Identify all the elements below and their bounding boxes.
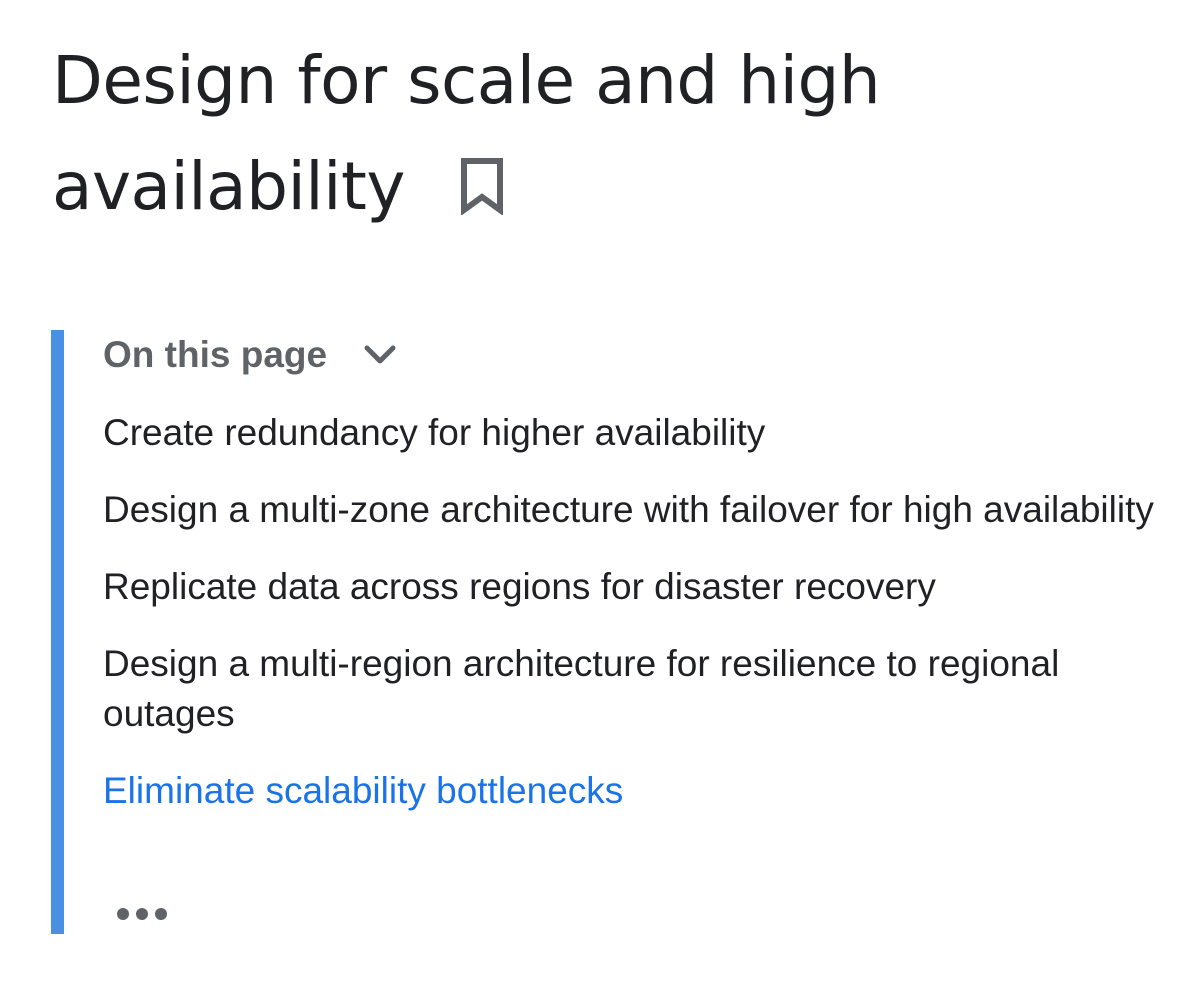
toc-item-replicate-data[interactable]: Replicate data across regions for disast… xyxy=(103,562,1198,612)
toc-item-eliminate-bottlenecks[interactable]: Eliminate scalability bottlenecks xyxy=(103,766,1198,816)
more-dot xyxy=(136,908,148,920)
toc-item-multi-zone-architecture[interactable]: Design a multi-zone architecture with fa… xyxy=(103,485,1198,535)
bookmark-outline-icon xyxy=(460,158,503,216)
more-dot xyxy=(117,908,129,920)
toc-accent-bar xyxy=(51,330,64,934)
toc-header-label: On this page xyxy=(103,334,328,375)
page-title: Design for scale and high availability xyxy=(52,28,1152,246)
bookmark-button[interactable] xyxy=(459,140,505,246)
on-this-page-toc: On this page Create redundancy for highe… xyxy=(51,330,1200,934)
page-header: Design for scale and high availability xyxy=(52,28,1152,246)
toc-header-toggle[interactable]: On this page xyxy=(103,330,397,380)
more-horizontal-icon[interactable] xyxy=(117,908,167,920)
toc-item-multi-region-architecture[interactable]: Design a multi-region architecture for r… xyxy=(103,639,1198,739)
chevron-down-icon xyxy=(363,344,397,371)
toc-list: Create redundancy for higher availabilit… xyxy=(103,408,1198,843)
toc-item-create-redundancy[interactable]: Create redundancy for higher availabilit… xyxy=(103,408,1198,458)
more-dot xyxy=(155,908,167,920)
